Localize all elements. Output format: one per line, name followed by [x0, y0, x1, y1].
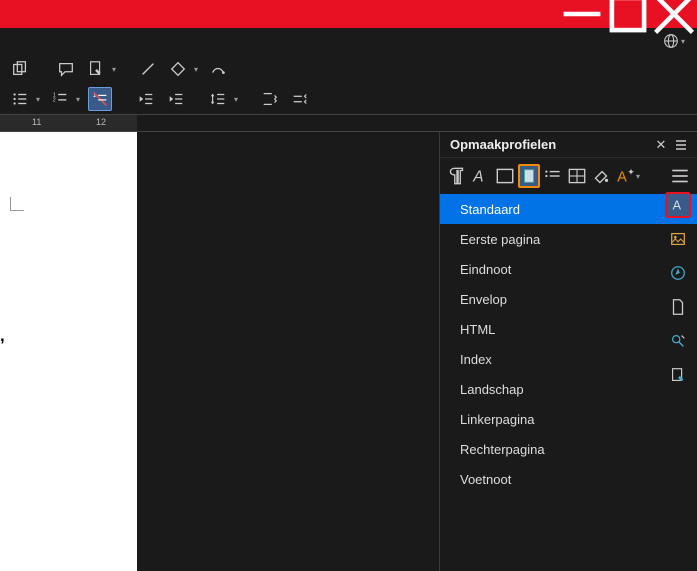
- document-text: ,: [0, 322, 5, 349]
- chevron-down-icon[interactable]: ▾: [110, 57, 118, 81]
- table-styles-icon[interactable]: [566, 164, 588, 188]
- outdent-icon[interactable]: [134, 87, 158, 111]
- ruler-mark: 12: [96, 117, 106, 127]
- deck-changes-icon[interactable]: [665, 362, 691, 388]
- svg-text:A: A: [673, 199, 682, 213]
- view-mode-icon[interactable]: [669, 164, 691, 188]
- list-bullet-icon[interactable]: [8, 87, 32, 111]
- shape-icon[interactable]: [166, 57, 190, 81]
- clone-icon[interactable]: [8, 57, 32, 81]
- list-none-icon[interactable]: 1: [88, 87, 112, 111]
- draw-icon[interactable]: [206, 57, 230, 81]
- style-item[interactable]: HTML: [440, 314, 697, 344]
- style-item[interactable]: Envelop: [440, 284, 697, 314]
- new-style-icon[interactable]: A✦: [614, 164, 636, 188]
- deck-inspect-icon[interactable]: [665, 328, 691, 354]
- styles-sidebar: Opmaakprofielen ✕ A A✦ ▾ Standaard Eerst…: [439, 132, 697, 571]
- close-button[interactable]: [651, 0, 697, 28]
- minimize-button[interactable]: [559, 0, 605, 28]
- comment-icon[interactable]: [54, 57, 78, 81]
- chevron-down-icon[interactable]: ▾: [679, 29, 687, 53]
- deck-navigator-icon[interactable]: [665, 260, 691, 286]
- window-titlebar: [0, 0, 697, 28]
- chevron-down-icon[interactable]: ▾: [232, 87, 240, 111]
- indent-icon[interactable]: [164, 87, 188, 111]
- maximize-button[interactable]: [605, 0, 651, 28]
- list-styles-icon[interactable]: [542, 164, 564, 188]
- chevron-down-icon[interactable]: ▾: [34, 87, 42, 111]
- spacing-increase-icon[interactable]: [258, 87, 282, 111]
- style-item[interactable]: Standaard: [440, 194, 697, 224]
- toolbar-row-1: ▾ ▾: [0, 54, 697, 84]
- svg-text:2: 2: [53, 98, 56, 104]
- style-item[interactable]: Eerste pagina: [440, 224, 697, 254]
- ruler-mark: 11: [32, 117, 41, 127]
- character-styles-icon[interactable]: A: [470, 164, 492, 188]
- line-icon[interactable]: [136, 57, 160, 81]
- spacing-decrease-icon[interactable]: [288, 87, 312, 111]
- paragraph-styles-icon[interactable]: [446, 164, 468, 188]
- chevron-down-icon[interactable]: ▾: [192, 57, 200, 81]
- style-item[interactable]: Linkerpagina: [440, 404, 697, 434]
- style-item[interactable]: Index: [440, 344, 697, 374]
- frame-styles-icon[interactable]: [494, 164, 516, 188]
- toolbar-row-2: ▾ 12 ▾ 1 ▾: [0, 84, 697, 114]
- svg-text:A: A: [472, 169, 483, 186]
- sidebar-menu-button[interactable]: [671, 135, 691, 155]
- chevron-down-icon[interactable]: ▾: [634, 164, 642, 188]
- document-area[interactable]: ,: [0, 132, 439, 571]
- deck-gallery-icon[interactable]: [665, 226, 691, 252]
- style-list[interactable]: Standaard Eerste pagina Eindnoot Envelop…: [440, 194, 697, 571]
- page-margin-marker: [10, 197, 24, 211]
- style-item[interactable]: Eindnoot: [440, 254, 697, 284]
- page-styles-icon[interactable]: [518, 164, 540, 188]
- style-item[interactable]: Landschap: [440, 374, 697, 404]
- document-page[interactable]: ,: [0, 132, 137, 571]
- style-item[interactable]: Rechterpagina: [440, 434, 697, 464]
- deck-styles-icon[interactable]: A: [665, 192, 691, 218]
- sidebar-deck: A: [663, 192, 693, 388]
- deck-page-icon[interactable]: [665, 294, 691, 320]
- sidebar-title: Opmaakprofielen: [450, 137, 651, 152]
- chevron-down-icon[interactable]: ▾: [74, 87, 82, 111]
- line-spacing-icon[interactable]: [206, 87, 230, 111]
- edit-doc-icon[interactable]: [84, 57, 108, 81]
- style-item[interactable]: Voetnoot: [440, 464, 697, 494]
- svg-text:A: A: [617, 170, 627, 186]
- list-number-icon[interactable]: 12: [48, 87, 72, 111]
- horizontal-ruler[interactable]: 11 12: [0, 114, 697, 132]
- sidebar-close-button[interactable]: ✕: [651, 135, 671, 155]
- style-category-row: A A✦ ▾: [440, 158, 697, 194]
- fill-format-icon[interactable]: [590, 164, 612, 188]
